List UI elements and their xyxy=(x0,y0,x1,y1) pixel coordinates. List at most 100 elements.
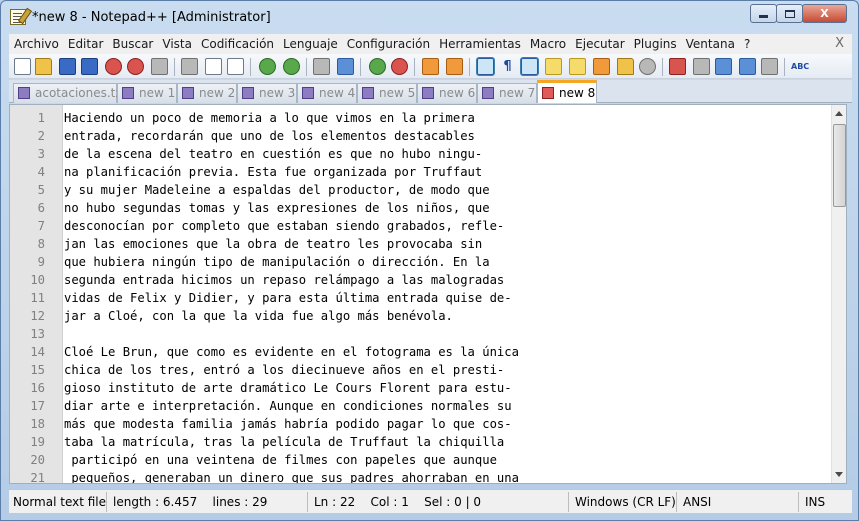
open-file-icon[interactable] xyxy=(35,58,52,75)
editor-line[interactable]: 13 xyxy=(10,325,830,343)
editor-line[interactable]: 14 Cloé Le Brun, que como es evidente en … xyxy=(10,343,830,361)
line-text[interactable]: que hubiera ningún tipo de manipulación … xyxy=(64,253,490,271)
text-editor[interactable]: 1 Haciendo un poco de memoria a lo que vi… xyxy=(9,104,847,484)
line-text[interactable]: vidas de Felix y Didier, y para esta últ… xyxy=(64,289,512,307)
editor-line[interactable]: 2 entrada, recordarán que uno de los elem… xyxy=(10,127,830,145)
sync-vertical-icon[interactable] xyxy=(422,58,439,75)
notepad-app-icon[interactable] xyxy=(10,9,26,25)
line-text[interactable]: pequeños, generaban un dinero que sus pa… xyxy=(64,469,519,483)
tab-new-7[interactable]: new 7 xyxy=(477,83,537,103)
menu-help[interactable]: ? xyxy=(739,37,754,51)
menu-vista[interactable]: Vista xyxy=(157,37,196,51)
record-macro-icon[interactable] xyxy=(669,58,686,75)
line-text[interactable]: más que modesta familia jamás habría pod… xyxy=(64,415,512,433)
copy-icon[interactable] xyxy=(205,58,222,75)
editor-line[interactable]: 9 que hubiera ningún tipo de manipulación… xyxy=(10,253,830,271)
line-text[interactable]: chica de los tres, entró a los diecinuev… xyxy=(64,361,504,379)
editor-line[interactable]: 16 gioso instituto de arte dramático Le C… xyxy=(10,379,830,397)
editor-line[interactable]: 8 jan las emociones que la obra de teatro… xyxy=(10,235,830,253)
sync-horizontal-icon[interactable] xyxy=(446,58,463,75)
title-bar[interactable]: *new 8 - Notepad++ [Administrator] X xyxy=(1,1,858,34)
doc-map-icon[interactable] xyxy=(569,58,586,75)
play-macro-icon[interactable] xyxy=(715,58,732,75)
zoom-in-icon[interactable] xyxy=(369,58,386,75)
scroll-down-icon[interactable] xyxy=(835,472,843,477)
close-icon[interactable] xyxy=(105,58,122,75)
line-text[interactable]: diar arte e interpretación. Aunque en co… xyxy=(64,397,512,415)
menu-editar[interactable]: Editar xyxy=(63,37,108,51)
editor-line[interactable]: 18 más que modesta familia jamás habría p… xyxy=(10,415,830,433)
editor-line[interactable]: 6 no hubo segundas tomas y las expresione… xyxy=(10,199,830,217)
editor-line[interactable]: 10 segunda entrada hicimos un repaso relá… xyxy=(10,271,830,289)
monitoring-icon[interactable] xyxy=(639,58,656,75)
close-all-icon[interactable] xyxy=(127,58,144,75)
editor-line[interactable]: 3 de la escena del teatro en cuestión es … xyxy=(10,145,830,163)
menu-herramientas[interactable]: Herramientas xyxy=(434,37,525,51)
editor-line[interactable]: 7 desconocían por completo que estaban si… xyxy=(10,217,830,235)
run-macro-multiple-icon[interactable] xyxy=(739,58,756,75)
tab-new-1[interactable]: new 1 xyxy=(117,83,177,103)
tab-new-6[interactable]: new 6 xyxy=(417,83,477,103)
folder-workspace-icon[interactable] xyxy=(617,58,634,75)
tab-new-4[interactable]: new 4 xyxy=(297,83,357,103)
line-text[interactable]: entrada, recordarán que uno de los eleme… xyxy=(64,127,475,145)
scroll-up-icon[interactable] xyxy=(835,111,843,116)
tab-new-5[interactable]: new 5 xyxy=(357,83,417,103)
function-list-icon[interactable] xyxy=(593,58,610,75)
word-wrap-icon[interactable] xyxy=(476,57,495,76)
close-button[interactable]: X xyxy=(802,4,847,23)
editor-line[interactable]: 11 vidas de Felix y Didier, y para esta ú… xyxy=(10,289,830,307)
line-text[interactable]: de la escena del teatro en cuestión es q… xyxy=(64,145,482,163)
spell-check-icon[interactable]: ABC xyxy=(791,58,809,75)
line-text[interactable]: no hubo segundas tomas y las expresiones… xyxy=(64,199,490,217)
menu-plugins[interactable]: Plugins xyxy=(629,37,681,51)
menu-codificacion[interactable]: Codificación xyxy=(196,37,278,51)
stop-macro-icon[interactable] xyxy=(693,58,710,75)
tab-new-3[interactable]: new 3 xyxy=(237,83,297,103)
find-icon[interactable] xyxy=(313,58,330,75)
editor-line[interactable]: 5 y su mujer Madeleine a espaldas del pro… xyxy=(10,181,830,199)
line-text[interactable]: jar a Cloé, con la que la vida fue algo … xyxy=(64,307,453,325)
scrollbar-thumb[interactable] xyxy=(833,124,846,207)
minimize-button[interactable] xyxy=(750,4,777,23)
editor-line[interactable]: 19 taba la matrícula, tras la película de… xyxy=(10,433,830,451)
editor-line[interactable]: 15 chica de los tres, entró a los diecinu… xyxy=(10,361,830,379)
line-text[interactable]: y su mujer Madeleine a espaldas del prod… xyxy=(64,181,490,199)
redo-icon[interactable] xyxy=(283,58,300,75)
cut-icon[interactable] xyxy=(181,58,198,75)
paste-icon[interactable] xyxy=(227,58,244,75)
menu-archivo[interactable]: Archivo xyxy=(9,37,63,51)
menu-ejecutar[interactable]: Ejecutar xyxy=(570,37,629,51)
menu-macro[interactable]: Macro xyxy=(525,37,570,51)
line-text[interactable]: Cloé Le Brun, que como es evidente en el… xyxy=(64,343,519,361)
replace-icon[interactable] xyxy=(337,58,354,75)
vertical-scrollbar[interactable] xyxy=(831,105,846,483)
line-text[interactable]: na planificación previa. Esta fue organi… xyxy=(64,163,482,181)
editor-line[interactable]: 4 na planificación previa. Esta fue organ… xyxy=(10,163,830,181)
menu-lenguaje[interactable]: Lenguaje xyxy=(278,37,342,51)
menu-configuracion[interactable]: Configuración xyxy=(342,37,434,51)
menu-ventana[interactable]: Ventana xyxy=(681,37,739,51)
new-file-icon[interactable] xyxy=(14,58,31,75)
save-icon[interactable] xyxy=(59,58,76,75)
line-text[interactable]: desconocían por completo que estaban sie… xyxy=(64,217,504,235)
line-text[interactable]: taba la matrícula, tras la película de T… xyxy=(64,433,504,451)
tab-new-8[interactable]: new 8 xyxy=(537,80,597,103)
print-icon[interactable] xyxy=(151,58,168,75)
editor-line[interactable]: 17 diar arte e interpretación. Aunque en … xyxy=(10,397,830,415)
zoom-out-icon[interactable] xyxy=(391,58,408,75)
line-text[interactable]: segunda entrada hicimos un repaso relámp… xyxy=(64,271,504,289)
line-text[interactable]: gioso instituto de arte dramático Le Cou… xyxy=(64,379,512,397)
tab-acotaciones[interactable]: acotaciones.txt xyxy=(13,83,127,103)
editor-line[interactable]: 1 Haciendo un poco de memoria a lo que vi… xyxy=(10,109,830,127)
tab-new-2[interactable]: new 2 xyxy=(177,83,237,103)
line-text[interactable]: jan las emociones que la obra de teatro … xyxy=(64,235,482,253)
save-all-icon[interactable] xyxy=(81,58,98,75)
line-text[interactable]: participó en una veintena de filmes con … xyxy=(64,451,497,469)
editor-line[interactable]: 20 participó en una veintena de filmes c… xyxy=(10,451,830,469)
close-document-button[interactable]: X xyxy=(835,36,844,51)
editor-line[interactable]: 21 pequeños, generaban un dinero que sus… xyxy=(10,469,830,483)
line-text[interactable]: Haciendo un poco de memoria a lo que vim… xyxy=(64,109,475,127)
maximize-button[interactable] xyxy=(776,4,803,23)
undo-icon[interactable] xyxy=(259,58,276,75)
